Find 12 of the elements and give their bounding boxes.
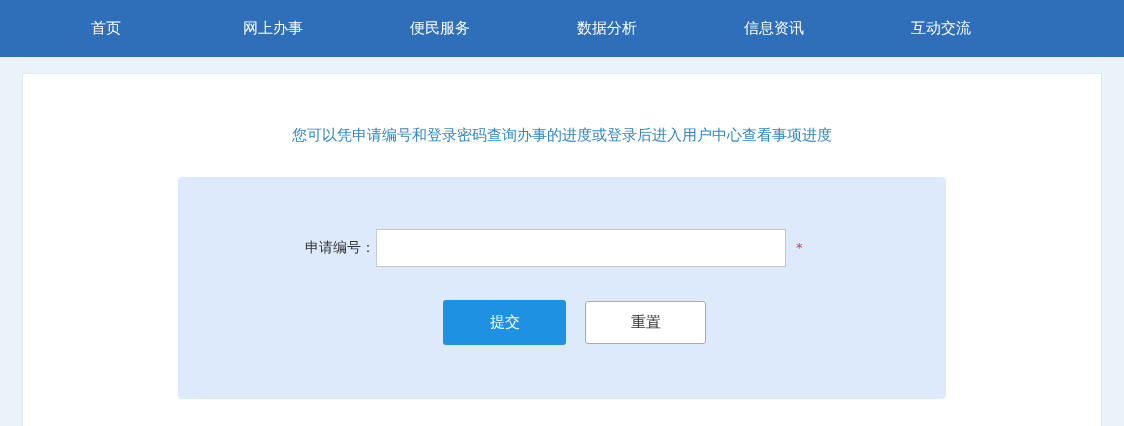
submit-button[interactable]: 提交: [443, 299, 566, 345]
intro-text: 您可以凭申请编号和登录密码查询办事的进度或登录后进入用户中心查看事项进度: [292, 125, 832, 146]
field-label: 申请编号：: [304, 238, 375, 257]
input-field[interactable]: [376, 228, 786, 267]
nav-link[interactable]: 数据分析: [523, 17, 690, 40]
nav-link[interactable]: 信息资讯: [690, 17, 857, 40]
nav-link[interactable]: 互动交流: [857, 17, 1024, 40]
nav-link[interactable]: 便民服务: [356, 17, 523, 40]
nav-link[interactable]: 首页: [22, 17, 189, 40]
reset-button[interactable]: 重置: [585, 300, 706, 344]
required-mark: *: [796, 238, 803, 257]
nav-link[interactable]: 网上办事: [189, 17, 356, 40]
